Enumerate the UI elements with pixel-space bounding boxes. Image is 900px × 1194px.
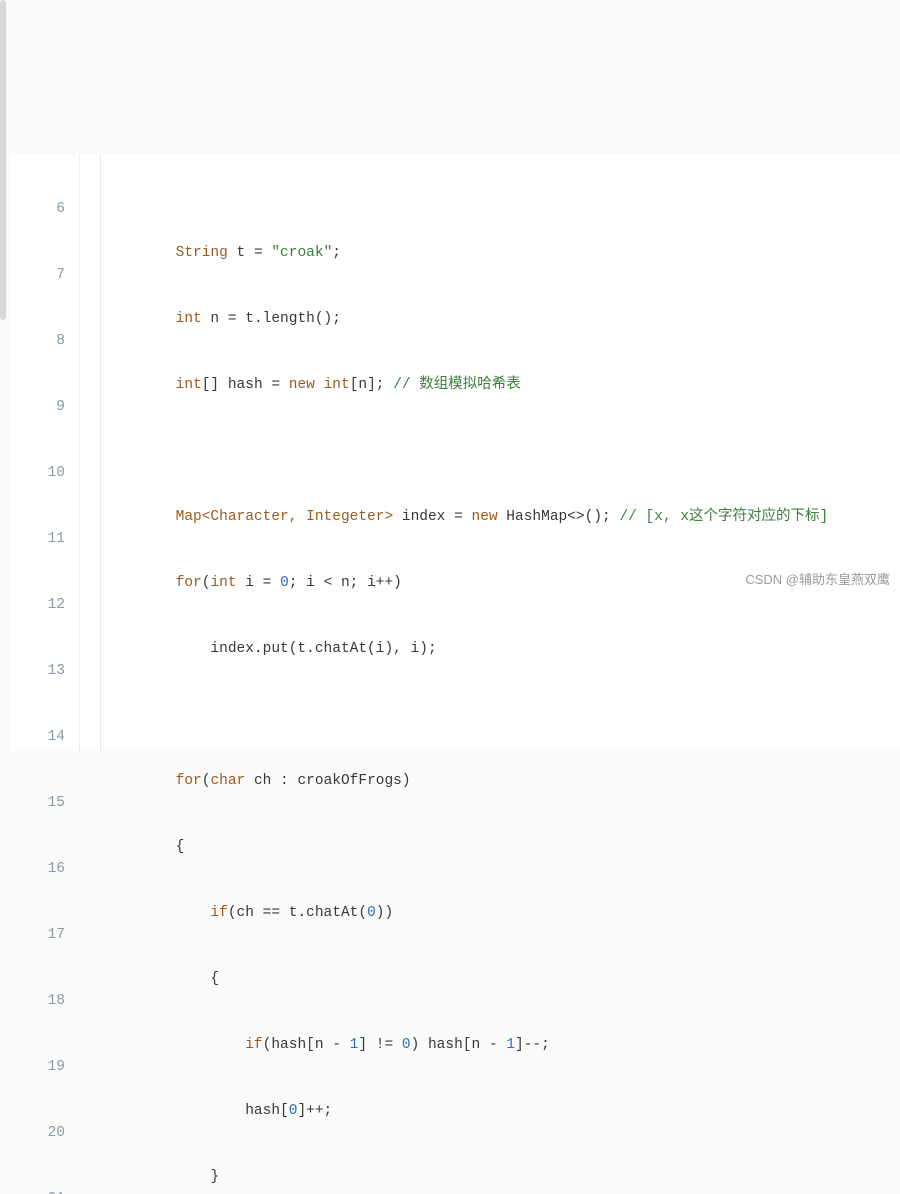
token-string: "croak" — [271, 245, 332, 261]
line-number: 11 — [10, 528, 65, 550]
token: n = t.length(); — [202, 311, 341, 327]
token: ch : croakOfFrogs) — [245, 773, 410, 789]
token-keyword: int — [324, 377, 350, 393]
token: ( — [202, 773, 211, 789]
indent-guide — [100, 154, 101, 751]
token-number: 1 — [350, 1037, 359, 1053]
token: (hash[n - — [263, 1037, 350, 1053]
token-keyword: for — [176, 773, 202, 789]
code-line[interactable]: { — [106, 968, 900, 990]
code-line[interactable]: int n = t.length(); — [106, 308, 900, 330]
line-number: 7 — [10, 264, 65, 286]
line-number: 21 — [10, 1188, 65, 1194]
line-number: 9 — [10, 396, 65, 418]
line-number: 18 — [10, 990, 65, 1012]
line-number: 16 — [10, 858, 65, 880]
token: hash = — [219, 377, 289, 393]
code-line[interactable]: for(char ch : croakOfFrogs) — [106, 770, 900, 792]
token: index = — [393, 509, 471, 525]
token-number: 0 — [402, 1037, 411, 1053]
token: ; — [332, 245, 341, 261]
line-number: 17 — [10, 924, 65, 946]
code-line[interactable]: } — [106, 1166, 900, 1188]
token-number: 1 — [506, 1037, 515, 1053]
token: [] — [202, 377, 219, 393]
token: [n]; — [350, 377, 394, 393]
token: ]--; — [515, 1037, 550, 1053]
token-type: String — [176, 245, 228, 261]
token: i = — [237, 575, 281, 591]
line-number: 8 — [10, 330, 65, 352]
code-line[interactable] — [106, 704, 900, 726]
token: ) hash[n - — [411, 1037, 507, 1053]
code-line[interactable]: Map<Character, Integeter> index = new Ha… — [106, 506, 900, 528]
code-line[interactable]: { — [106, 836, 900, 858]
token-number: 0 — [289, 1103, 298, 1119]
token-number: 0 — [280, 575, 289, 591]
line-number: 13 — [10, 660, 65, 682]
code-line[interactable]: String t = "croak"; — [106, 242, 900, 264]
fold-column — [80, 154, 100, 751]
line-number: 15 — [10, 792, 65, 814]
csdn-watermark: CSDN @辅助东皇燕双鹰 — [745, 569, 890, 591]
token: index.put(t.chatAt(i), i); — [210, 641, 436, 657]
code-editor[interactable]: 6 7 8 9 10 11 12 13 14 15 16 17 18 19 20… — [10, 154, 900, 751]
token-keyword: new — [472, 509, 498, 525]
code-line[interactable] — [106, 440, 900, 462]
line-number-gutter: 6 7 8 9 10 11 12 13 14 15 16 17 18 19 20… — [10, 154, 80, 751]
line-number: 19 — [10, 1056, 65, 1078]
token: { — [210, 971, 219, 987]
token: (ch == t.chatAt( — [228, 905, 367, 921]
token: t = — [228, 245, 272, 261]
token-keyword: if — [210, 905, 227, 921]
top-bar-remnant — [20, 0, 860, 10]
token: hash[ — [245, 1103, 289, 1119]
token: ]++; — [297, 1103, 332, 1119]
token-keyword: int — [176, 311, 202, 327]
code-line[interactable]: if(hash[n - 1] != 0) hash[n - 1]--; — [106, 1034, 900, 1056]
token-keyword: if — [245, 1037, 262, 1053]
token-keyword: char — [210, 773, 245, 789]
token-number: 0 — [367, 905, 376, 921]
token-keyword: int — [176, 377, 202, 393]
line-number: 20 — [10, 1122, 65, 1144]
code-line[interactable]: int[] hash = new int[n]; // 数组模拟哈希表 — [106, 374, 900, 396]
code-line[interactable]: index.put(t.chatAt(i), i); — [106, 638, 900, 660]
token: HashMap<>(); — [498, 509, 620, 525]
token: )) — [376, 905, 393, 921]
token: { — [176, 839, 185, 855]
token: ; i < n; i++) — [289, 575, 402, 591]
token: } — [210, 1169, 219, 1185]
token-keyword: int — [210, 575, 236, 591]
line-number: 14 — [10, 726, 65, 748]
code-line[interactable]: if(ch == t.chatAt(0)) — [106, 902, 900, 924]
scrollbar-thumb[interactable] — [0, 0, 6, 320]
code-area[interactable]: String t = "croak"; int n = t.length(); … — [100, 154, 900, 751]
token-type: Map<Character, Integeter> — [176, 509, 394, 525]
code-line[interactable]: hash[0]++; — [106, 1100, 900, 1122]
token-comment: // [x, x这个字符对应的下标] — [619, 509, 828, 525]
token-keyword: for — [176, 575, 202, 591]
token: ] != — [358, 1037, 402, 1053]
token-keyword: new — [289, 377, 315, 393]
token-comment: // 数组模拟哈希表 — [393, 377, 521, 393]
token — [315, 377, 324, 393]
line-number: 6 — [10, 198, 65, 220]
line-number: 12 — [10, 594, 65, 616]
line-number: 10 — [10, 462, 65, 484]
